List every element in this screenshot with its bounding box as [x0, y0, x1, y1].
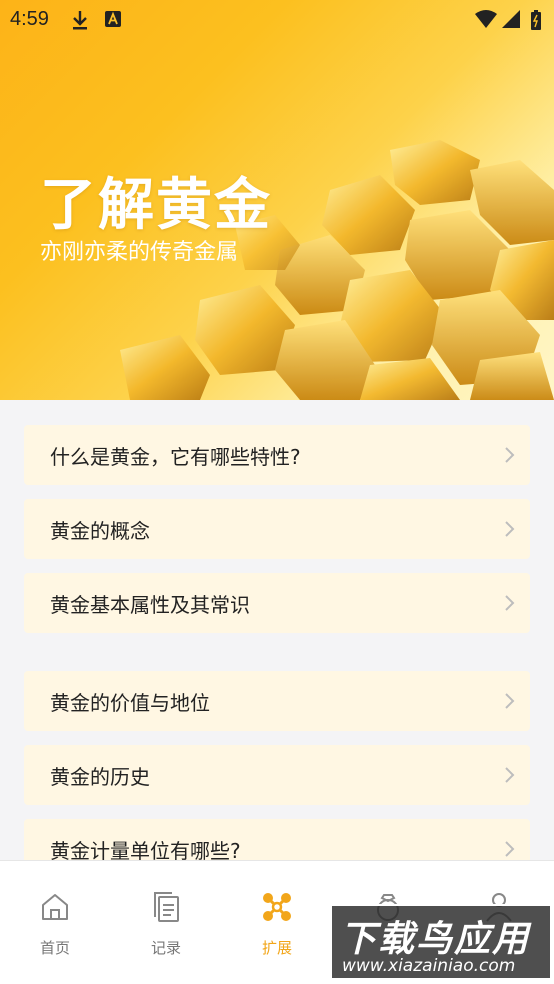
- chevron-right-icon: [505, 693, 515, 709]
- nav-item-records[interactable]: 记录: [111, 861, 221, 984]
- watermark-logo: 下载鸟应用 www.xiazainiao.com: [330, 904, 552, 980]
- nav-label: 记录: [150, 939, 181, 957]
- extend-icon: [263, 893, 291, 921]
- hero-title: 了解黄金: [40, 173, 272, 238]
- nav-label: 首页: [39, 939, 70, 957]
- status-time: 4:59: [10, 8, 49, 30]
- app-notification-icon: [105, 11, 121, 27]
- watermark-url: www.xiazainiao.com: [342, 956, 516, 976]
- home-icon: [42, 894, 68, 920]
- hero-subtitle: 亦刚亦柔的传奇金属: [40, 240, 239, 265]
- download-icon: [73, 11, 87, 30]
- list-item[interactable]: 黄金的价值与地位: [24, 671, 530, 731]
- battery-icon: [531, 10, 541, 30]
- nav-item-home[interactable]: 首页: [0, 861, 110, 984]
- list-item[interactable]: 什么是黄金，它有哪些特性?: [24, 425, 530, 485]
- list-item-label: 什么是黄金，它有哪些特性?: [50, 444, 301, 469]
- wifi-icon: [475, 10, 497, 28]
- watermark-title: 下载鸟应用: [340, 919, 531, 960]
- nav-label: 扩展: [261, 939, 292, 957]
- list-item[interactable]: 黄金的历史: [24, 745, 530, 805]
- list-item[interactable]: 黄金基本属性及其常识: [24, 573, 530, 633]
- list-item[interactable]: 黄金计量单位有哪些?: [24, 819, 530, 860]
- article-list: 什么是黄金，它有哪些特性? 黄金的概念 黄金基本属性及其常识 黄金的价值与地位 …: [0, 400, 554, 860]
- chevron-right-icon: [505, 595, 515, 611]
- chevron-right-icon: [505, 767, 515, 783]
- chevron-right-icon: [505, 521, 515, 537]
- hero-banner: 4:59 了解黄金 亦刚亦柔的传奇金属: [0, 0, 554, 400]
- records-icon: [154, 892, 179, 922]
- chevron-right-icon: [505, 841, 515, 857]
- list-item[interactable]: 黄金的概念: [24, 499, 530, 559]
- signal-icon: [502, 10, 520, 28]
- list-item-label: 黄金的价值与地位: [50, 690, 210, 715]
- list-item-label: 黄金基本属性及其常识: [50, 592, 250, 617]
- list-item-label: 黄金计量单位有哪些?: [50, 838, 241, 861]
- list-item-label: 黄金的概念: [50, 518, 150, 543]
- list-item-label: 黄金的历史: [50, 764, 150, 789]
- chevron-right-icon: [505, 447, 515, 463]
- nav-item-extend[interactable]: 扩展: [222, 861, 332, 984]
- status-bar: 4:59: [0, 0, 554, 40]
